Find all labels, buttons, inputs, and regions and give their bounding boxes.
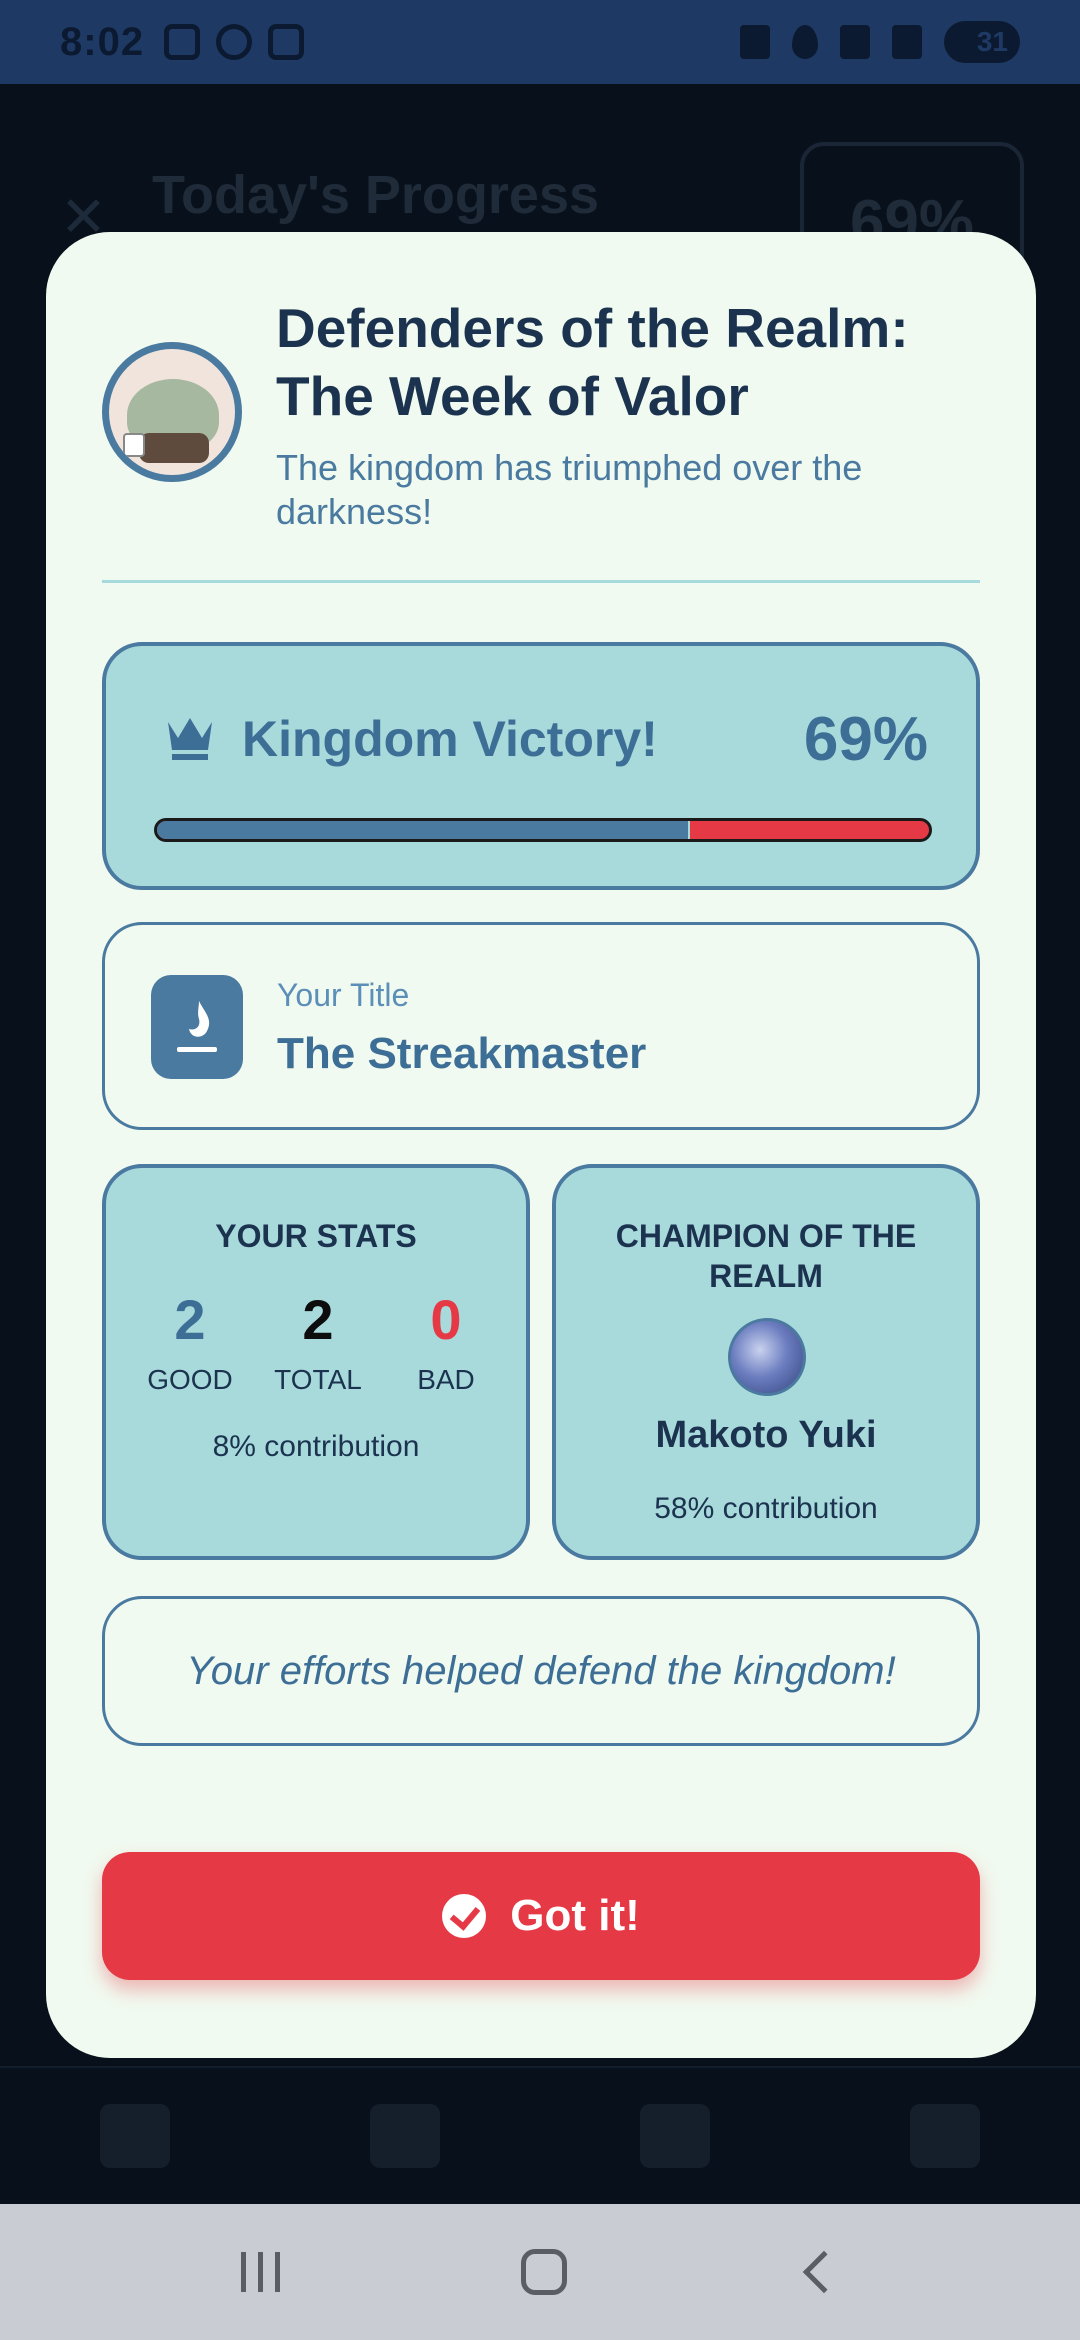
victory-percent: 69% xyxy=(803,705,928,774)
crown-icon xyxy=(168,718,212,760)
victory-label: Kingdom Victory! xyxy=(242,711,658,767)
nfc-icon xyxy=(740,25,770,59)
message-text: Your efforts helped defend the kingdom! xyxy=(186,1648,896,1693)
stat-total: 2 TOTAL xyxy=(258,1288,378,1396)
hotspot-icon xyxy=(216,24,253,60)
castle-icon xyxy=(640,2104,710,2168)
recent-apps-button[interactable] xyxy=(240,2252,280,2292)
status-bar: 8:02 31 xyxy=(0,0,1080,84)
victory-progress-bar xyxy=(154,818,932,842)
wifi-icon xyxy=(840,25,870,59)
list-icon xyxy=(100,2104,170,2168)
battery-icon: 31 xyxy=(944,21,1020,63)
bottom-nav xyxy=(0,2066,1080,2204)
results-modal: Defenders of the Realm: The Week of Valo… xyxy=(46,232,1036,2058)
status-system-icons: 31 xyxy=(740,21,1020,63)
victory-card: Kingdom Victory! 69% xyxy=(102,642,980,890)
gear-icon xyxy=(910,2104,980,2168)
background-title: Today's Progress xyxy=(152,165,600,225)
system-nav-bar xyxy=(0,2204,1080,2340)
check-circle-icon xyxy=(442,1894,487,1938)
status-notification-icons xyxy=(164,24,305,60)
app-notification-icon xyxy=(268,24,305,60)
user-avatar xyxy=(102,342,242,482)
title-value: The Streakmaster xyxy=(277,1029,647,1078)
stat-bad-label: BAD xyxy=(417,1364,475,1395)
stat-bad: 0 BAD xyxy=(386,1288,506,1396)
champion-avatar xyxy=(728,1318,806,1396)
modal-subtitle: The kingdom has triumphed over the darkn… xyxy=(276,447,863,532)
got-it-button[interactable]: Got it! xyxy=(102,1852,980,1980)
your-stats-heading: YOUR STATS xyxy=(215,1218,417,1254)
modal-title: Defenders of the Realm: The Week of Valo… xyxy=(276,297,909,427)
champion-card: CHAMPION OF THE REALM Makoto Yuki 58% co… xyxy=(552,1164,980,1560)
champion-name: Makoto Yuki xyxy=(655,1414,877,1456)
signal-icon xyxy=(892,25,922,59)
status-time: 8:02 xyxy=(60,19,145,64)
victory-progress-fill xyxy=(157,821,690,839)
users-icon xyxy=(370,2104,440,2168)
champion-heading: CHAMPION OF THE REALM xyxy=(615,1218,917,1294)
screenshot-icon xyxy=(164,24,201,60)
stat-good-value: 2 xyxy=(174,1288,206,1351)
stat-good-label: GOOD xyxy=(147,1364,233,1395)
stat-total-value: 2 xyxy=(302,1288,334,1351)
message-card: Your efforts helped defend the kingdom! xyxy=(102,1596,980,1746)
title-card: Your Title The Streakmaster xyxy=(102,922,980,1130)
your-stats-card: YOUR STATS 2 GOOD 2 TOTAL 0 BAD 8% contr… xyxy=(102,1164,530,1560)
back-button[interactable] xyxy=(802,2250,846,2294)
stat-total-label: TOTAL xyxy=(274,1364,362,1395)
flame-icon xyxy=(151,975,243,1079)
stat-bad-value: 0 xyxy=(430,1288,462,1351)
your-contribution: 8% contribution xyxy=(212,1430,420,1463)
location-icon xyxy=(792,25,818,59)
divider xyxy=(102,580,980,583)
stat-good: 2 GOOD xyxy=(130,1288,250,1396)
champion-contribution: 58% contribution xyxy=(654,1492,878,1525)
title-label: Your Title xyxy=(277,977,410,1013)
home-button[interactable] xyxy=(521,2249,568,2295)
got-it-label: Got it! xyxy=(510,1891,640,1940)
